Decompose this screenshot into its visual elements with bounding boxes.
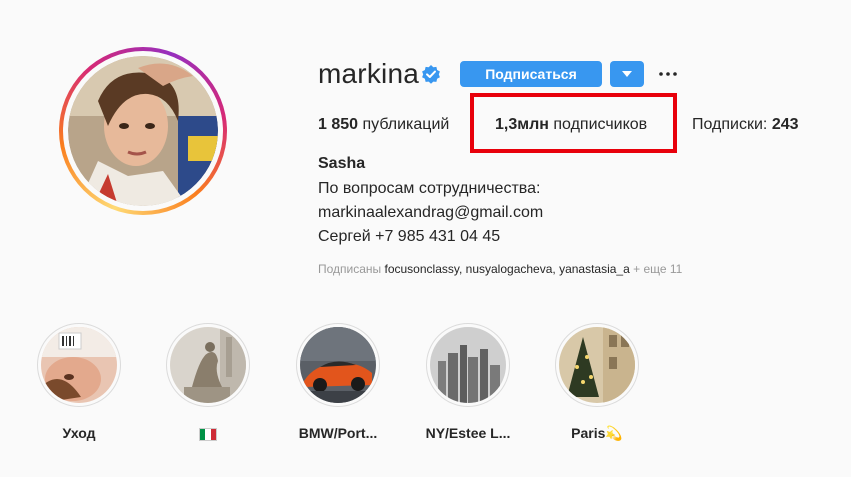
profile-page: markina Подписаться 1 850 публикаций 1,3…	[0, 0, 851, 477]
following-label: Подписки:	[692, 116, 772, 133]
bio-full-name: Sasha	[318, 155, 366, 172]
story-highlight-ring	[37, 323, 121, 407]
story-highlight[interactable]: BMW/Port...	[278, 323, 398, 442]
story-highlight-cover	[300, 327, 376, 403]
story-highlight-label: Уход	[62, 425, 96, 441]
caret-down-icon	[622, 71, 632, 77]
story-highlight-label: BMW/Port...	[298, 425, 378, 441]
bio-line-1: По вопросам сотрудничества:	[318, 180, 541, 197]
story-highlight-ring	[555, 323, 639, 407]
story-highlight[interactable]: NY/Estee L...	[408, 323, 528, 442]
bio-email: markinaalexandrag@gmail.com	[318, 204, 544, 221]
story-highlight-ring	[426, 323, 510, 407]
verified-badge-icon	[422, 65, 440, 84]
bio-phone: Сергей +7 985 431 04 45	[318, 228, 501, 245]
story-highlight-label: Paris💫	[571, 425, 623, 441]
followed-by-separator: ,	[458, 262, 466, 276]
ellipsis-icon	[659, 72, 677, 76]
story-highlight[interactable]	[148, 323, 268, 442]
avatar-ring-gap	[63, 51, 223, 211]
story-highlight-ring	[296, 323, 380, 407]
posts-count-value: 1 850	[318, 116, 359, 133]
story-highlight-cover	[430, 327, 506, 403]
story-highlight-label	[148, 424, 268, 442]
story-highlight[interactable]: Уход	[19, 323, 139, 442]
italy-flag-icon	[199, 427, 217, 441]
story-highlight[interactable]: Paris💫	[537, 323, 657, 442]
posts-count: 1 850 публикаций	[318, 115, 449, 135]
follow-options-dropdown-button[interactable]	[610, 61, 644, 87]
following-link[interactable]: Подписки: 243	[692, 115, 799, 135]
story-highlight-cover	[559, 327, 635, 403]
followed-by-account[interactable]: focusonclassy	[385, 262, 459, 276]
followed-by-account[interactable]: nusyalogacheva	[466, 262, 553, 276]
story-highlight-cover	[41, 327, 117, 403]
profile-username: markina	[318, 58, 419, 89]
follow-button[interactable]: Подписаться	[460, 61, 602, 87]
followed-by-prefix: Подписаны	[318, 262, 385, 276]
following-count-value: 243	[771, 116, 799, 133]
story-highlight-ring	[166, 323, 250, 407]
profile-avatar[interactable]	[59, 47, 227, 215]
followed-by-more[interactable]: + еще 11	[630, 262, 682, 276]
followed-by-account[interactable]: yanastasia_a	[559, 262, 630, 276]
story-highlight-label: NY/Estee L...	[425, 425, 511, 441]
avatar-photo	[68, 56, 218, 206]
more-options-button[interactable]	[656, 62, 680, 86]
story-highlight-cover	[170, 327, 246, 403]
followed-by-line[interactable]: Подписаны focusonclassy, nusyalogacheva,…	[318, 262, 682, 276]
posts-count-label: публикаций	[358, 116, 450, 133]
followers-highlight-box	[470, 93, 677, 153]
